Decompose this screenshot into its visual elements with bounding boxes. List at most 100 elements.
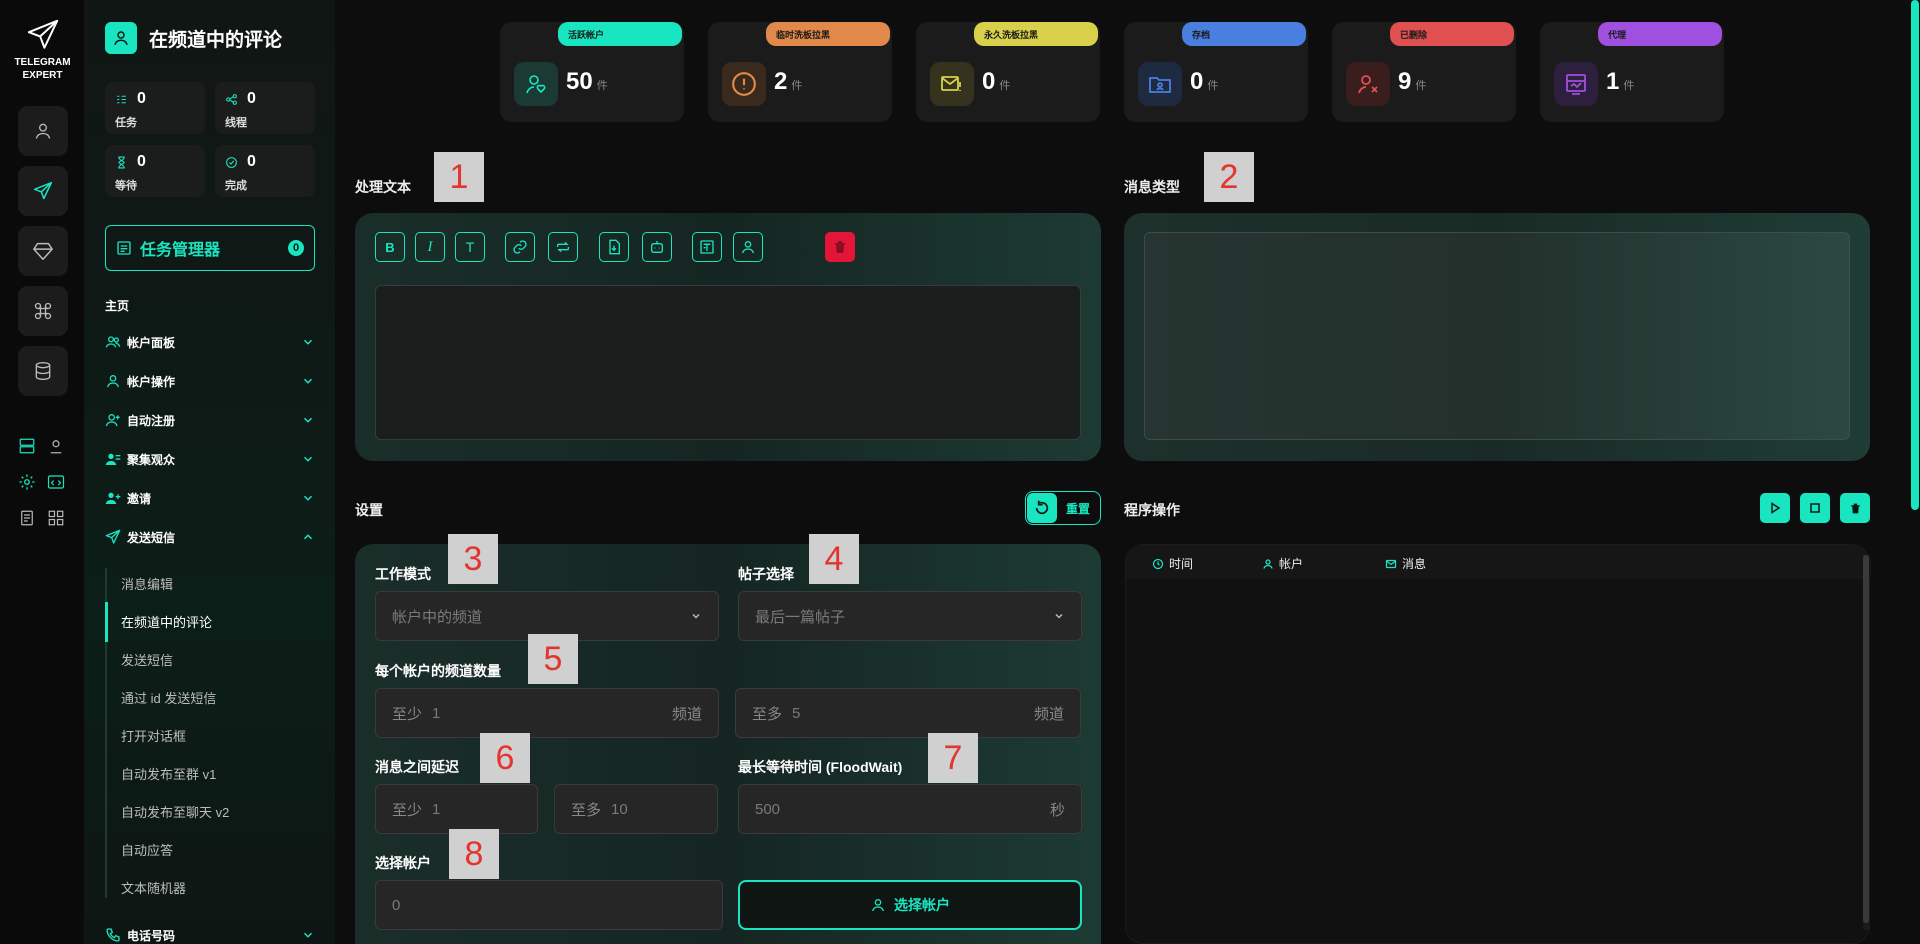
diamond-icon xyxy=(33,242,53,260)
message-type-box[interactable] xyxy=(1144,232,1850,440)
page-scrollbar-thumb[interactable] xyxy=(1911,0,1919,510)
nav-auto-register[interactable]: 自动注册 xyxy=(105,407,315,433)
sub-item-message-edit[interactable]: 消息编辑 xyxy=(121,570,331,596)
rail-docs-button[interactable] xyxy=(16,507,38,529)
stat-threads-label: 线程 xyxy=(225,117,247,129)
reset-button[interactable]: 重置 xyxy=(1025,491,1101,525)
nav-gather-audience[interactable]: 聚集观众 xyxy=(105,446,315,472)
nav-account-panel[interactable]: 帐户面板 xyxy=(105,329,315,355)
icon-rail: TELEGRAM EXPERT xyxy=(0,0,85,944)
delay-max-value: 10 xyxy=(611,800,628,818)
annotation-tag-3: 3 xyxy=(448,534,498,584)
play-button[interactable] xyxy=(1760,493,1790,523)
file-button[interactable] xyxy=(599,232,629,262)
link-icon xyxy=(513,240,527,254)
card-proxy-unit: 件 xyxy=(1623,80,1635,92)
chevron-down-icon xyxy=(303,932,313,938)
rail-send-button[interactable] xyxy=(18,166,68,216)
proxy-icon xyxy=(1554,62,1598,106)
nav-send-sms[interactable]: 发送短信 xyxy=(105,524,315,550)
log-scrollbar-thumb[interactable] xyxy=(1863,555,1869,923)
flood-wait-label: 最长等待时间 (FloodWait) xyxy=(738,759,903,775)
sub-item-send-sms[interactable]: 发送短信 xyxy=(121,646,331,672)
process-text-textarea[interactable] xyxy=(375,285,1081,440)
log-col-message-label: 消息 xyxy=(1402,557,1427,571)
log-col-time: 时间 xyxy=(1152,555,1193,572)
user-list-icon xyxy=(105,453,121,465)
chevron-down-icon xyxy=(1055,613,1063,619)
stop-button[interactable] xyxy=(1800,493,1830,523)
mail-icon xyxy=(1385,559,1397,568)
sub-item-autopost-v1[interactable]: 自动发布至群 v1 xyxy=(121,760,331,786)
card-deleted-unit: 件 xyxy=(1415,80,1427,92)
nav-account-ops[interactable]: 帐户操作 xyxy=(105,368,315,394)
sub-item-open-dialog[interactable]: 打开对话框 xyxy=(121,722,331,748)
annotation-tag-6: 6 xyxy=(480,733,530,783)
task-manager-button[interactable]: 任务管理器 0 xyxy=(105,225,315,271)
paper-plane-icon xyxy=(27,19,58,49)
rail-grid-button[interactable] xyxy=(16,435,38,457)
delay-min-prefix: 至少 xyxy=(392,801,423,819)
rail-settings-button[interactable] xyxy=(16,471,38,493)
channels-max-input[interactable]: 至多 5 频道 xyxy=(735,688,1081,738)
link-button[interactable] xyxy=(505,232,535,262)
nav-phone-numbers-label: 电话号码 xyxy=(127,928,176,943)
sub-item-autopost-v2[interactable]: 自动发布至聊天 v2 xyxy=(121,798,331,824)
check-circle-icon xyxy=(226,156,237,168)
post-select-select[interactable]: 最后一篇帖子 xyxy=(738,591,1082,641)
mention-user-button[interactable] xyxy=(733,232,763,262)
card-active-badge: 活跃帐户 xyxy=(558,22,682,46)
text-style-button[interactable]: T xyxy=(455,232,485,262)
nav-send-sms-label: 发送短信 xyxy=(127,530,176,545)
delay-min-input[interactable]: 至少 1 xyxy=(375,784,538,834)
italic-button[interactable]: I xyxy=(415,232,445,262)
bot-button[interactable] xyxy=(642,232,672,262)
clear-text-button[interactable] xyxy=(825,232,855,262)
rail-database-button[interactable] xyxy=(18,346,68,396)
nav-invite[interactable]: 邀请 xyxy=(105,485,315,511)
settings-heading: 设置 xyxy=(355,502,383,518)
text-icon: T xyxy=(465,239,475,255)
flood-wait-input[interactable]: 500 秒 xyxy=(738,784,1082,834)
channels-min-input[interactable]: 至少 1 频道 xyxy=(375,688,719,738)
user-icon xyxy=(742,241,754,254)
repeat-button[interactable] xyxy=(548,232,578,262)
rail-apps-button[interactable] xyxy=(45,507,67,529)
bold-icon: B xyxy=(385,239,395,255)
card-archived-value: 0 xyxy=(1190,68,1204,95)
bold-button[interactable]: B xyxy=(375,232,405,262)
warning-circle-icon xyxy=(722,62,766,106)
card-temp-unit: 件 xyxy=(791,80,803,92)
user-pin-icon xyxy=(50,440,62,454)
sub-item-channel-comments[interactable]: 在频道中的评论 xyxy=(121,608,331,634)
refresh-icon xyxy=(1027,493,1057,523)
card-proxy-badge: 代理 xyxy=(1598,22,1722,46)
delay-max-input[interactable]: 至多 10 xyxy=(554,784,718,834)
folder-user-icon xyxy=(1138,62,1182,106)
gear-icon xyxy=(19,474,35,490)
card-temp-value: 2 xyxy=(774,68,788,95)
rail-diamond-button[interactable] xyxy=(18,226,68,276)
post-select-label: 帖子选择 xyxy=(738,566,794,582)
annotation-tag-7: 7 xyxy=(928,733,978,783)
stat-waiting-label: 等待 xyxy=(115,180,137,192)
sub-item-text-randomizer[interactable]: 文本随机器 xyxy=(121,874,331,900)
select-accounts-button[interactable]: 选择帐户 xyxy=(738,880,1082,930)
stat-done: 0 完成 xyxy=(215,145,315,197)
sub-item-auto-reply[interactable]: 自动应答 xyxy=(121,836,331,862)
selected-accounts-input[interactable]: 0 xyxy=(375,880,723,930)
template-button[interactable] xyxy=(692,232,722,262)
share-icon xyxy=(226,93,237,105)
channels-max-value: 5 xyxy=(792,704,801,722)
rail-profile-button[interactable] xyxy=(45,435,67,457)
rail-accounts-button[interactable] xyxy=(18,106,68,156)
nav-phone-numbers[interactable]: 电话号码 xyxy=(105,926,315,944)
sub-item-send-by-id[interactable]: 通过 id 发送短信 xyxy=(121,684,331,710)
clear-log-button[interactable] xyxy=(1840,493,1870,523)
hourglass-icon xyxy=(118,156,125,168)
rail-code-button[interactable] xyxy=(45,471,67,493)
nav-invite-label: 邀请 xyxy=(127,491,152,506)
rail-command-button[interactable] xyxy=(18,286,68,336)
channels-max-unit: 频道 xyxy=(1033,705,1064,723)
play-icon xyxy=(1771,502,1781,514)
